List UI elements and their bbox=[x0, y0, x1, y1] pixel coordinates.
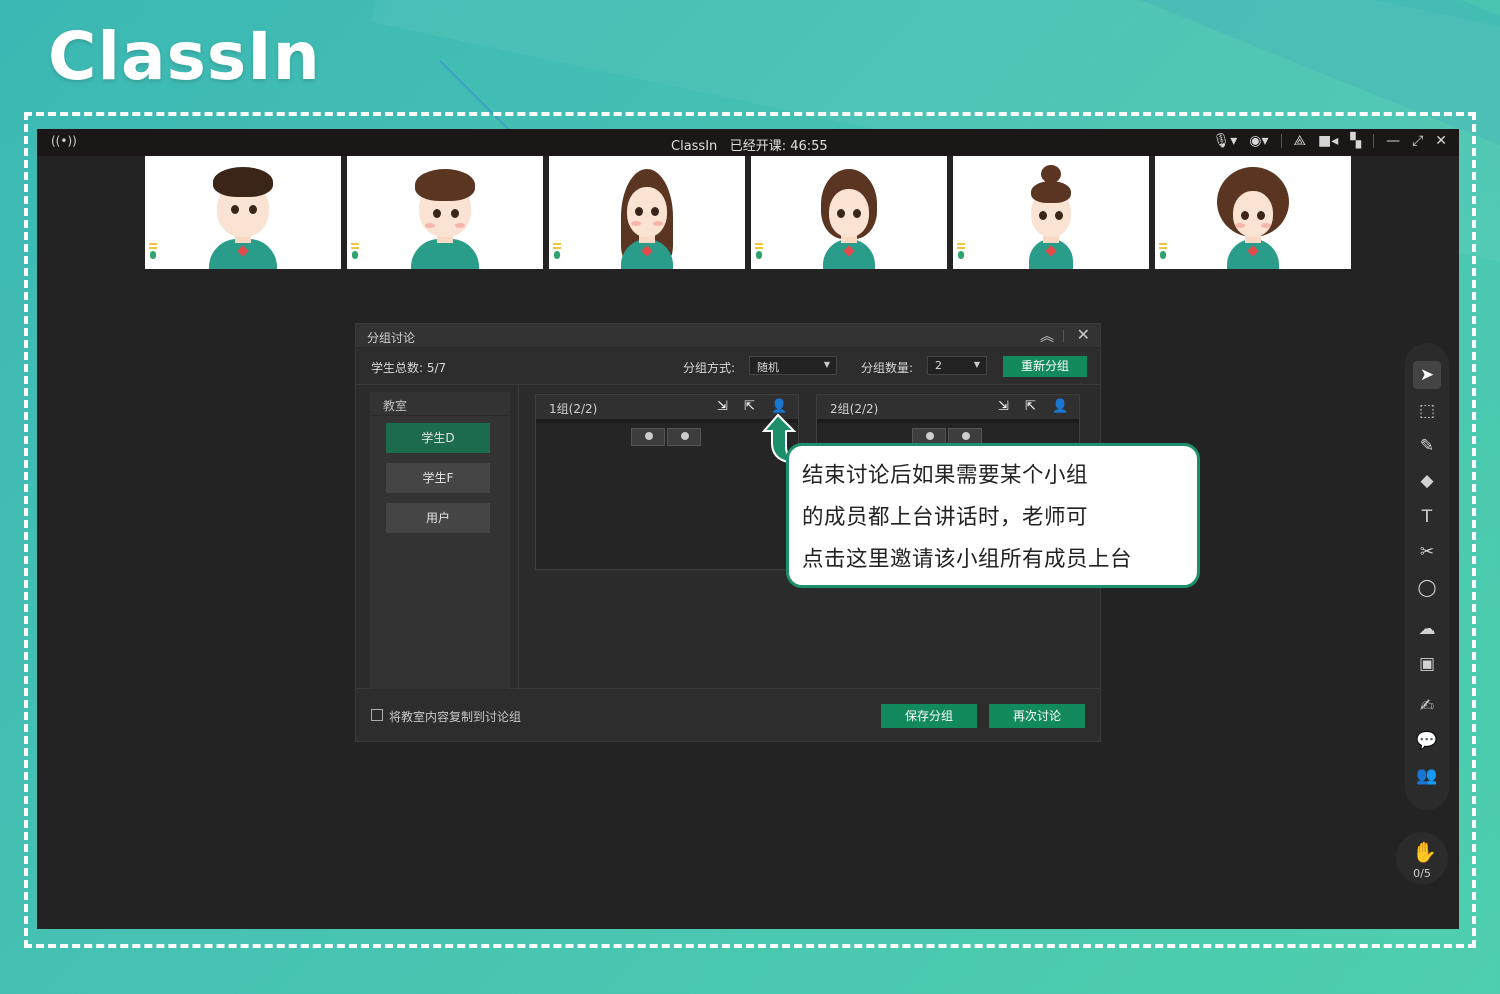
discuss-again-button[interactable]: 再次讨论 bbox=[989, 704, 1085, 728]
cloud-icon[interactable]: ☁ bbox=[1413, 615, 1441, 643]
video-tile[interactable] bbox=[549, 156, 745, 269]
hand-raise-count: 0/5 bbox=[1413, 867, 1431, 880]
group-preview-tile bbox=[667, 428, 701, 446]
enter-group-icon[interactable]: ⇲ bbox=[998, 399, 1013, 414]
dialog-header: 分组讨论 ︽ ✕ bbox=[356, 324, 1100, 348]
divider bbox=[518, 385, 519, 690]
share-icon[interactable]: ⟁ bbox=[1294, 133, 1307, 149]
chevron-down-icon: ▼ bbox=[973, 360, 980, 369]
shape-icon[interactable]: ◯ bbox=[1413, 574, 1441, 602]
video-tile[interactable] bbox=[347, 156, 543, 269]
dialog-footer: 将教室内容复制到讨论组 保存分组 再次讨论 bbox=[356, 689, 1100, 743]
mic-level-icon bbox=[957, 243, 965, 265]
copy-content-label: 将教室内容复制到讨论组 bbox=[389, 710, 522, 724]
minimize-icon[interactable]: — bbox=[1386, 133, 1400, 149]
student-total: 学生总数: 5/7 bbox=[371, 361, 447, 375]
video-icon[interactable]: ■◂ bbox=[1318, 133, 1338, 149]
group-header: 2组(2/2) ⇲ ⇱ 👤 bbox=[817, 395, 1079, 419]
camera-icon[interactable]: ◉▾ bbox=[1249, 133, 1268, 149]
text-icon[interactable]: T bbox=[1413, 503, 1441, 531]
class-timer: 已经开课: 46:55 bbox=[729, 139, 828, 154]
collapse-icon[interactable]: ︽ bbox=[1040, 326, 1054, 346]
student-item[interactable]: 学生F bbox=[386, 463, 490, 493]
maximize-icon[interactable]: ⤢ bbox=[1412, 133, 1423, 149]
separator bbox=[1373, 134, 1375, 148]
grid-icon[interactable]: ▚ bbox=[1350, 133, 1361, 149]
scissors-icon[interactable]: ✂ bbox=[1413, 538, 1441, 566]
group-mode-select[interactable]: 随机 ▼ bbox=[749, 356, 837, 375]
video-tile[interactable] bbox=[953, 156, 1149, 269]
classin-window: ((•)) ClassIn 已经开课: 46:55 🎙▾ ◉▾ ⟁ ■◂ ▚ —… bbox=[37, 129, 1459, 929]
avatar bbox=[203, 163, 283, 269]
invite-stage-icon[interactable]: 👤 bbox=[1052, 399, 1068, 414]
group-title: 1组(2/2) bbox=[549, 402, 598, 416]
mic-level-icon bbox=[351, 243, 359, 265]
mic-level-icon bbox=[149, 243, 157, 265]
pen-icon[interactable]: ✎ bbox=[1413, 432, 1441, 460]
separator bbox=[1280, 134, 1282, 148]
window-controls: 🎙▾ ◉▾ ⟁ ■◂ ▚ — ⤢ ✕ bbox=[1212, 133, 1447, 149]
dialog-options: 学生总数: 5/7 分组方式: 随机 ▼ 分组数量: 2 ▼ 重新分组 bbox=[356, 348, 1100, 384]
video-tile[interactable] bbox=[1155, 156, 1351, 269]
hand-icon: ✋ bbox=[1412, 840, 1437, 864]
group-preview-bar bbox=[536, 419, 798, 423]
group-count-select[interactable]: 2 ▼ bbox=[927, 356, 987, 375]
broadcast-icon[interactable]: ((•)) bbox=[51, 134, 77, 148]
tip-callout: 结束讨论后如果需要某个小组 的成员都上台讲话时，老师可 点击这里邀请该小组所有成… bbox=[786, 443, 1200, 588]
callout-line: 结束讨论后如果需要某个小组 bbox=[802, 463, 1089, 488]
exit-group-icon[interactable]: ⇱ bbox=[744, 399, 759, 414]
users-icon[interactable]: 👥 bbox=[1413, 762, 1441, 790]
title-bar: ((•)) ClassIn 已经开课: 46:55 🎙▾ ◉▾ ⟁ ■◂ ▚ —… bbox=[37, 129, 1459, 156]
chevron-down-icon: ▼ bbox=[823, 360, 830, 369]
group-preview-bar bbox=[817, 419, 1079, 423]
toolbox-icon[interactable]: ▣ bbox=[1413, 650, 1441, 678]
group-title: 2组(2/2) bbox=[830, 402, 879, 416]
classroom-title: 教室 bbox=[370, 392, 510, 416]
brand-logo: ClassIn bbox=[48, 18, 321, 95]
group-count-label: 分组数量: bbox=[861, 361, 914, 375]
group-mode-label: 分组方式: bbox=[683, 361, 736, 375]
avatar bbox=[809, 163, 889, 269]
avatar bbox=[607, 163, 687, 269]
mic-level-icon bbox=[755, 243, 763, 265]
video-tile[interactable] bbox=[145, 156, 341, 269]
mic-level-icon bbox=[1159, 243, 1167, 265]
hand-raise-button[interactable]: ✋ 0/5 bbox=[1396, 832, 1448, 884]
close-icon[interactable]: ✕ bbox=[1435, 133, 1447, 149]
group-header: 1组(2/2) ⇲ ⇱ 👤 bbox=[536, 395, 798, 419]
eraser-icon[interactable]: ◆ bbox=[1413, 467, 1441, 495]
cursor-icon[interactable]: ➤ bbox=[1413, 361, 1441, 389]
callout-line: 的成员都上台讲话时，老师可 bbox=[802, 505, 1089, 530]
student-item[interactable]: 学生D bbox=[386, 423, 490, 453]
save-groups-button[interactable]: 保存分组 bbox=[881, 704, 977, 728]
mic-level-icon bbox=[553, 243, 561, 265]
window-title: ClassIn 已经开课: 46:55 bbox=[671, 139, 828, 154]
enter-group-icon[interactable]: ⇲ bbox=[717, 399, 732, 414]
close-icon[interactable]: ✕ bbox=[1077, 325, 1090, 344]
separator bbox=[1063, 330, 1064, 342]
video-tile[interactable] bbox=[751, 156, 947, 269]
dialog-title: 分组讨论 bbox=[367, 331, 416, 345]
exit-group-icon[interactable]: ⇱ bbox=[1025, 399, 1040, 414]
avatar bbox=[1213, 163, 1293, 269]
chat-icon[interactable]: 💬 bbox=[1413, 727, 1441, 755]
avatar bbox=[405, 163, 485, 269]
classroom-panel: 教室 学生D 学生F 用户 bbox=[370, 392, 510, 689]
student-item[interactable]: 用户 bbox=[386, 503, 490, 533]
whiteboard-toolbar: ➤ ⬚ ✎ ◆ T ✂ ◯ ☁ ▣ ✍ 💬 👥 bbox=[1405, 343, 1449, 810]
regroup-button[interactable]: 重新分组 bbox=[1003, 356, 1087, 377]
invite-stage-icon[interactable]: 👤 bbox=[771, 399, 787, 414]
select-area-icon[interactable]: ⬚ bbox=[1413, 397, 1441, 425]
callout-line: 点击这里邀请该小组所有成员上台 bbox=[802, 547, 1133, 572]
group-preview-tile bbox=[631, 428, 665, 446]
edit-icon[interactable]: ✍ bbox=[1413, 692, 1441, 720]
mic-icon[interactable]: 🎙▾ bbox=[1212, 133, 1237, 149]
video-strip bbox=[145, 156, 1351, 269]
avatar bbox=[1011, 163, 1091, 269]
copy-content-checkbox[interactable] bbox=[371, 709, 383, 721]
